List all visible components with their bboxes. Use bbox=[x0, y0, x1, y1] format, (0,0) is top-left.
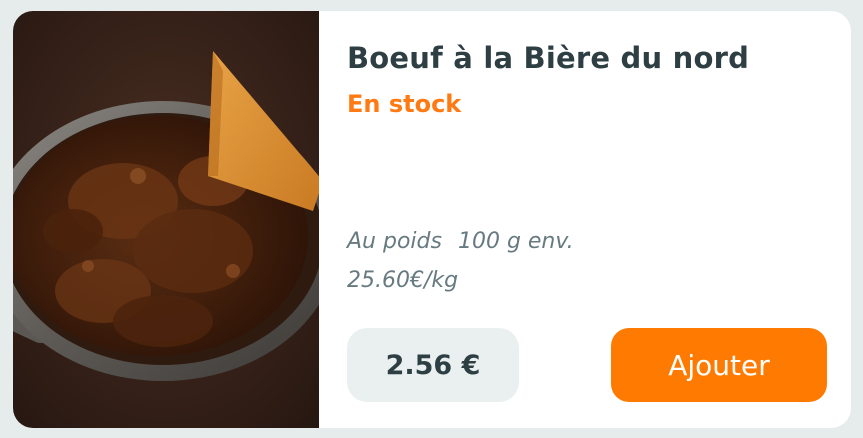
weight-info: Au poids 100 g env. bbox=[347, 229, 574, 254]
stock-status: En stock bbox=[347, 90, 462, 118]
product-title: Boeuf à la Bière du nord bbox=[347, 41, 750, 75]
product-image bbox=[13, 11, 319, 428]
card-frame: Boeuf à la Bière du nord En stock Au poi… bbox=[0, 0, 863, 438]
weight-mode: Au poids bbox=[347, 229, 442, 254]
price-value: 2.56 € bbox=[385, 349, 481, 381]
price-badge: 2.56 € bbox=[347, 328, 519, 402]
price-per-kg: 25.60€/kg bbox=[347, 268, 459, 293]
add-to-cart-button[interactable]: Ajouter bbox=[611, 328, 827, 402]
product-card[interactable]: Boeuf à la Bière du nord En stock Au poi… bbox=[13, 11, 851, 428]
weight-approx: 100 g env. bbox=[457, 229, 574, 254]
